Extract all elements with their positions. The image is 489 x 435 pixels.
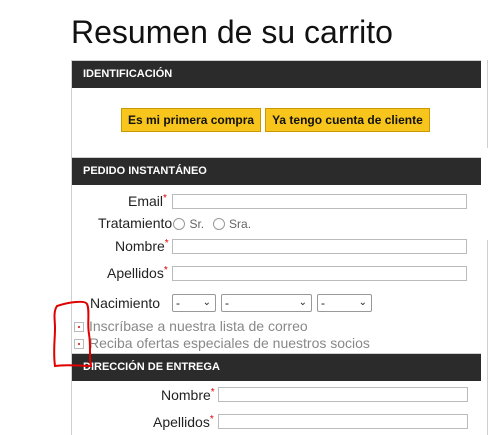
required-mark: * — [209, 414, 214, 425]
partners-checkbox[interactable] — [74, 339, 84, 350]
instant-order-header: PEDIDO INSTANTÁNEO — [72, 158, 481, 185]
sra-radio[interactable] — [212, 217, 225, 230]
delivery-nombre-label: Nombre* — [161, 387, 215, 403]
required-mark: * — [163, 265, 168, 276]
sra-label: Sra. — [229, 216, 252, 231]
tratamiento-options: Sr. Sra. — [173, 215, 251, 233]
nombre-label: Nombre* — [115, 238, 169, 254]
birth-year-select[interactable]: - ⌄ — [317, 294, 372, 312]
page-title: Resumen de su carrito — [71, 14, 393, 50]
identification-buttons: Es mi primera compra Ya tengo cuenta de … — [121, 108, 430, 132]
newsletter-row: Inscríbase a nuestra lista de correo — [74, 318, 308, 334]
chevron-down-icon: ⌄ — [202, 297, 211, 308]
birth-month-value: - — [225, 296, 229, 310]
birth-day-select[interactable]: - ⌄ — [172, 294, 216, 312]
partners-row: Reciba ofertas especiales de nuestros so… — [74, 335, 370, 351]
birth-day-value: - — [176, 296, 180, 310]
birth-month-select[interactable]: - ⌄ — [221, 294, 312, 312]
existing-customer-button[interactable]: Ya tengo cuenta de cliente — [265, 108, 430, 132]
apellidos-label: Apellidos* — [107, 265, 168, 281]
required-mark: * — [164, 238, 169, 249]
identification-section: IDENTIFICACIÓN Es mi primera compra Ya t… — [71, 60, 481, 158]
newsletter-label: Inscríbase a nuestra lista de correo — [89, 318, 308, 334]
email-field[interactable] — [172, 194, 467, 209]
delivery-apellidos-label: Apellidos* — [153, 414, 214, 430]
sr-radio[interactable] — [173, 217, 185, 230]
delivery-header: DIRECCIÓN DE ENTREGA — [72, 354, 481, 381]
email-label: Email* — [128, 193, 167, 209]
newsletter-checkbox[interactable] — [74, 322, 84, 333]
first-purchase-button[interactable]: Es mi primera compra — [121, 108, 262, 132]
partners-label: Reciba ofertas especiales de nuestros so… — [89, 335, 370, 351]
right-border — [487, 240, 488, 435]
identification-header: IDENTIFICACIÓN — [72, 61, 481, 88]
nombre-field[interactable] — [172, 239, 467, 254]
nacimiento-label: Nacimiento — [90, 295, 161, 311]
right-border — [487, 60, 488, 148]
chevron-down-icon: ⌄ — [358, 297, 367, 308]
birth-year-value: - — [321, 296, 325, 310]
apellidos-field[interactable] — [172, 266, 467, 281]
chevron-down-icon: ⌄ — [298, 297, 307, 308]
delivery-apellidos-field[interactable] — [218, 414, 468, 429]
required-mark: * — [163, 193, 167, 204]
sr-label: Sr. — [189, 216, 205, 231]
delivery-nombre-field[interactable] — [218, 387, 468, 402]
required-mark: * — [210, 387, 215, 398]
tratamiento-label: Tratamiento — [98, 215, 173, 231]
